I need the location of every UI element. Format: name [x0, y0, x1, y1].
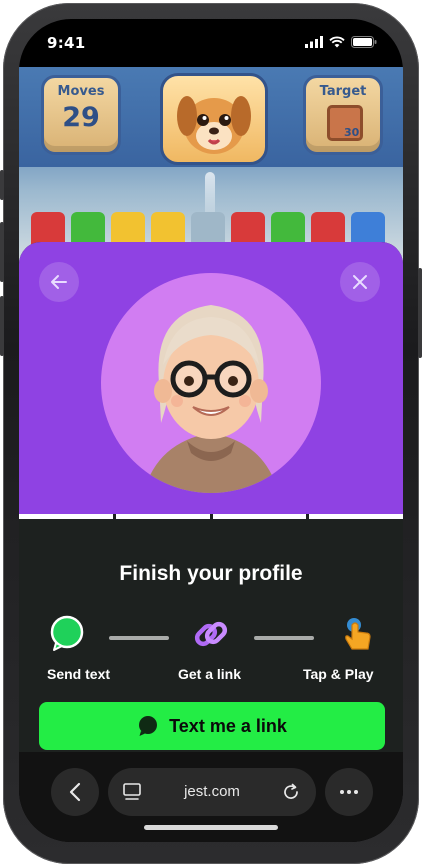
side-button-left-3: [0, 296, 4, 356]
status-bar: 9:41: [19, 19, 403, 67]
phone-screen: 9:41 Moves 29 Target 30 Finish your prof…: [19, 19, 403, 842]
step-connector-2: [254, 636, 314, 640]
chat-bubble-icon: [47, 614, 87, 654]
ellipsis-icon: [340, 790, 358, 794]
step-label-send-text: Send text: [47, 666, 111, 682]
dog-character-image: [160, 73, 268, 165]
sheet-title: Finish your profile: [119, 562, 303, 585]
avatar-illustration: [143, 305, 279, 493]
close-icon: [353, 275, 367, 289]
progress-segment-4: [309, 514, 403, 519]
cta-label: Text me a link: [169, 715, 287, 736]
target-tile: Target 30: [303, 75, 383, 155]
sheet-hero: [19, 242, 403, 514]
moves-tile: Moves 29: [41, 75, 121, 155]
back-button[interactable]: [39, 262, 79, 302]
side-button-left-1: [0, 170, 4, 200]
moves-value: 29: [62, 102, 100, 133]
status-time: 9:41: [47, 34, 86, 52]
target-value: 30: [344, 126, 360, 139]
progress-segment-3: [212, 514, 307, 519]
more-options-button[interactable]: [325, 768, 373, 816]
step-connector-1: [109, 636, 169, 640]
moves-label: Moves: [57, 84, 105, 99]
battery-icon: [351, 36, 377, 48]
finish-profile-sheet: Finish your profile Send text Get a link…: [19, 242, 403, 752]
home-indicator[interactable]: [144, 825, 278, 830]
link-icon: [191, 614, 231, 654]
chat-bubble-icon: [139, 716, 158, 736]
step-progress-bar: [19, 514, 403, 519]
reload-icon[interactable]: [282, 783, 300, 801]
side-button-right: [418, 268, 422, 358]
arrow-left-icon: [51, 275, 67, 289]
side-button-left-2: [0, 222, 4, 282]
step-label-tap-and-play: Tap & Play: [303, 666, 374, 682]
status-icons: [305, 36, 377, 48]
progress-segment-2: [115, 514, 210, 519]
text-me-a-link-button[interactable]: Text me a link: [39, 702, 385, 750]
close-button[interactable]: [340, 262, 380, 302]
chevron-left-icon: [69, 782, 81, 802]
wifi-icon: [329, 36, 345, 48]
progress-segment-1: [19, 514, 113, 519]
cellular-signal-icon: [305, 36, 323, 48]
address-bar[interactable]: jest.com: [108, 768, 316, 816]
step-label-get-a-link: Get a link: [178, 666, 242, 682]
target-label: Target: [319, 84, 367, 99]
avatar: [101, 273, 321, 493]
game-background: Moves 29 Target 30: [19, 67, 403, 267]
tap-hand-icon: [337, 614, 377, 654]
browser-back-button[interactable]: [51, 768, 99, 816]
